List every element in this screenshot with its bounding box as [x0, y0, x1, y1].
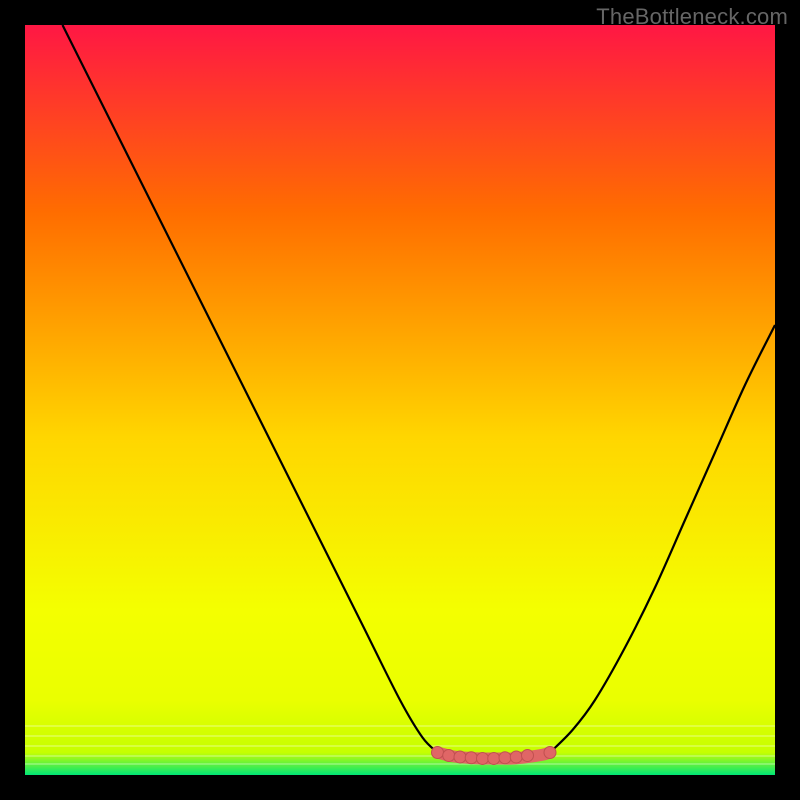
valley-marker — [465, 752, 477, 764]
valley-marker — [522, 750, 534, 762]
chart-svg — [25, 25, 775, 775]
valley-marker — [443, 750, 455, 762]
chart-frame: TheBottleneck.com — [0, 0, 800, 800]
valley-marker — [488, 753, 500, 765]
valley-marker — [477, 753, 489, 765]
valley-marker — [454, 751, 466, 763]
gradient-background — [25, 25, 775, 775]
valley-marker — [510, 751, 522, 763]
valley-marker — [544, 747, 556, 759]
watermark-text: TheBottleneck.com — [596, 4, 788, 30]
valley-marker — [499, 752, 511, 764]
valley-marker — [432, 747, 444, 759]
plot-area — [25, 25, 775, 775]
